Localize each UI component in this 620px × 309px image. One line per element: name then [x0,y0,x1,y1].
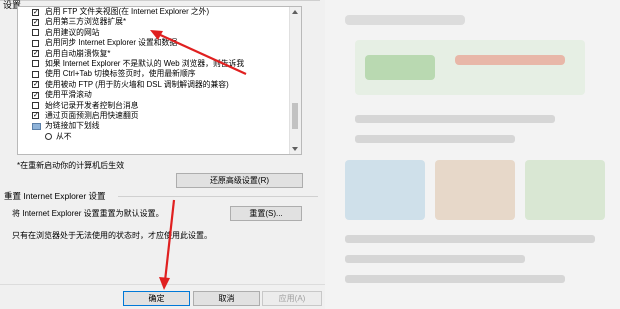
scroll-down-icon[interactable] [292,147,298,151]
reset-button[interactable]: 重置(S)... [230,206,302,221]
setting-checkbox[interactable]: ✓ [32,18,39,26]
setting-row-sync-settings[interactable]: 启用同步 Internet Explorer 设置和数据 [18,38,290,48]
scroll-up-icon[interactable] [292,10,298,14]
setting-label: 使用被动 FTP (用于防火墙和 DSL 调制解调器的兼容) [45,79,229,89]
blurred-block [525,160,605,220]
setting-label: 如果 Internet Explorer 不是默认的 Web 浏览器，则告诉我 [45,58,245,68]
setting-label: 始终记录开发者控制台消息 [45,100,139,110]
setting-label: 启用同步 Internet Explorer 设置和数据 [45,38,178,48]
internet-options-dialog: 设置 ✓ 启用 FTP 文件夹视图(在 Internet Explorer 之外… [0,0,325,309]
apply-button[interactable]: 应用(A) [262,291,322,306]
setting-label: 启用第三方浏览器扩展* [45,17,127,27]
ok-button[interactable]: 确定 [123,291,190,306]
radio-button[interactable] [45,133,52,141]
blurred-line [355,135,515,143]
footer-divider [0,284,325,285]
settings-scrollbar[interactable] [289,7,301,154]
blurred-block [455,55,565,65]
blurred-block [345,160,425,220]
setting-row-ftp-folder-view[interactable]: ✓ 启用 FTP 文件夹视图(在 Internet Explorer 之外) [18,7,290,17]
blurred-block [435,160,515,220]
reset-section-divider [118,196,318,197]
setting-checkbox[interactable] [32,70,39,78]
settings-list[interactable]: ✓ 启用 FTP 文件夹视图(在 Internet Explorer 之外) ✓… [17,6,302,155]
setting-label: 使用平滑滚动 [45,90,92,100]
blurred-line [345,275,565,283]
setting-row-crash-recovery[interactable]: ✓ 启用自动崩溃恢复* [18,49,290,59]
setting-row-flip-ahead[interactable]: ✓ 通过页面预测启用快速翻页 [18,111,290,121]
setting-checkbox[interactable] [32,102,39,110]
blurred-line [355,115,555,123]
setting-row-smooth-scrolling[interactable]: ✓ 使用平滑滚动 [18,90,290,100]
group-icon [32,122,41,130]
blurred-background-page [325,0,620,309]
setting-label: 启用建议的网站 [45,27,100,37]
setting-checkbox[interactable]: ✓ [32,8,39,16]
setting-radio-never[interactable]: 从不 [18,132,290,142]
reset-note: 只有在浏览器处于无法使用的状态时，才应使用此设置。 [12,231,212,240]
setting-row-third-party-extensions[interactable]: ✓ 启用第三方浏览器扩展* [18,17,290,27]
blurred-block [365,55,435,80]
cancel-button[interactable]: 取消 [193,291,260,306]
setting-row-ctrl-tab-order[interactable]: 使用 Ctrl+Tab 切换标签页时，使用最新顺序 [18,69,290,79]
setting-checkbox[interactable]: ✓ [32,50,39,58]
blurred-line [345,255,525,263]
setting-checkbox[interactable]: ✓ [32,112,39,120]
setting-checkbox[interactable]: ✓ [32,81,39,89]
setting-checkbox[interactable] [32,39,39,47]
setting-label: 使用 Ctrl+Tab 切换标签页时，使用最新顺序 [45,69,196,79]
setting-row-suggested-sites[interactable]: 启用建议的网站 [18,28,290,38]
blurred-block [345,15,465,25]
setting-label: 启用 FTP 文件夹视图(在 Internet Explorer 之外) [45,7,210,16]
blurred-line [345,235,595,243]
settings-list-content: ✓ 启用 FTP 文件夹视图(在 Internet Explorer 之外) ✓… [18,7,290,154]
setting-row-default-browser-check[interactable]: 如果 Internet Explorer 不是默认的 Web 浏览器，则告诉我 [18,59,290,69]
group-label: 为链接加下划线 [45,121,100,131]
restart-note: *在重新启动你的计算机后生效 [17,161,125,170]
radio-label: 从不 [56,131,72,141]
restore-advanced-settings-button[interactable]: 还原高级设置(R) [176,173,303,188]
scroll-thumb[interactable] [292,103,298,129]
setting-label: 通过页面预测启用快速翻页 [45,110,139,120]
setting-checkbox[interactable]: ✓ [32,91,39,99]
setting-group-underline-links: 为链接加下划线 [18,121,290,131]
setting-label: 启用自动崩溃恢复* [45,48,111,58]
reset-description: 将 Internet Explorer 设置重置为默认设置。 [12,209,164,218]
setting-row-console-messages[interactable]: 始终记录开发者控制台消息 [18,101,290,111]
dialog-top-edge [0,0,320,1]
setting-checkbox[interactable] [32,60,39,68]
reset-section-title: 重置 Internet Explorer 设置 [4,191,106,201]
setting-row-passive-ftp[interactable]: ✓ 使用被动 FTP (用于防火墙和 DSL 调制解调器的兼容) [18,80,290,90]
setting-checkbox[interactable] [32,29,39,37]
